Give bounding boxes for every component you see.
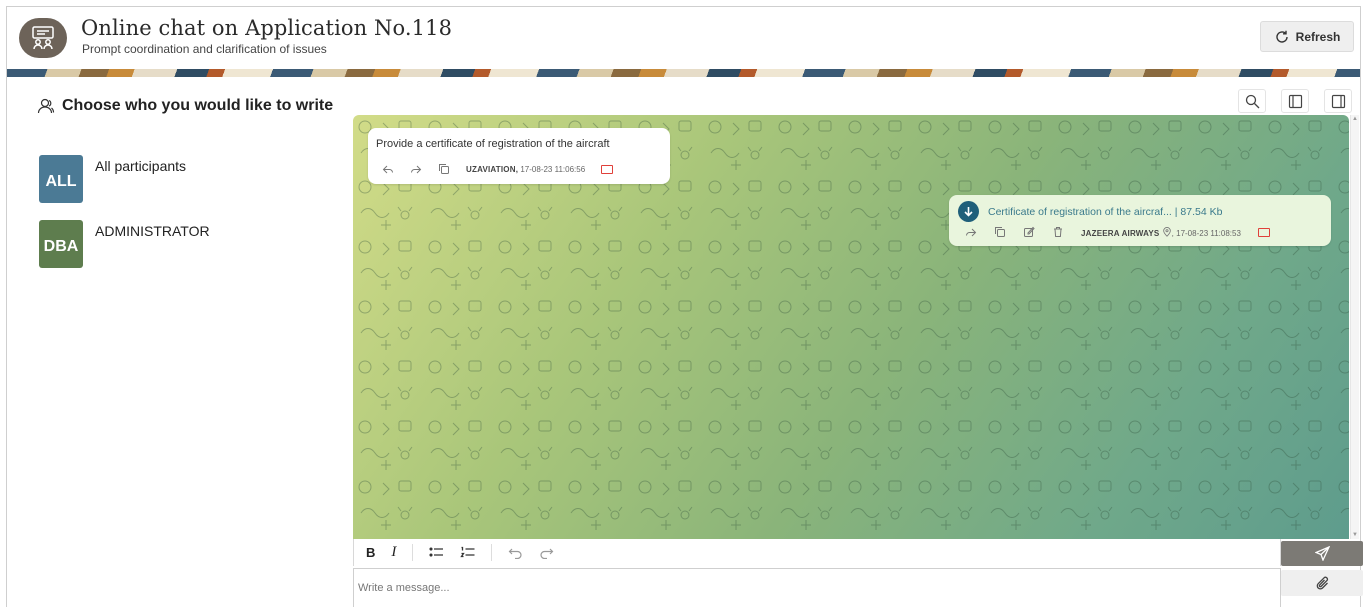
- message-time: , 17-08-23 11:08:53: [1171, 228, 1241, 238]
- undo-button[interactable]: [508, 546, 523, 559]
- chat-users-icon: [19, 18, 67, 58]
- toggle-right-panel-button[interactable]: [1324, 89, 1352, 113]
- search-button[interactable]: [1238, 89, 1266, 113]
- editor-toolbar: B I: [353, 539, 1281, 566]
- forward-icon[interactable]: [410, 163, 422, 175]
- bullet-list-icon: [429, 547, 444, 557]
- report-icon[interactable]: [1257, 227, 1270, 237]
- chat-toolbar: [352, 77, 1360, 115]
- file-name: Certificate of registration of the aircr…: [988, 205, 1172, 218]
- panel-right-icon: [1331, 94, 1345, 108]
- delete-icon[interactable]: [1052, 226, 1064, 238]
- app-window: Online chat on Application No.118 Prompt…: [6, 6, 1363, 607]
- chat-scrollbar[interactable]: [1350, 115, 1359, 539]
- bold-button[interactable]: B: [366, 545, 375, 560]
- numbered-list-icon: [460, 546, 475, 558]
- location-icon: [1162, 226, 1171, 237]
- participant-all[interactable]: ALL All participants: [39, 155, 186, 203]
- refresh-label: Refresh: [1295, 29, 1341, 44]
- message-incoming[interactable]: Provide a certificate of registration of…: [368, 128, 670, 184]
- message-author: JAZEERA AIRWAYS: [1081, 228, 1160, 238]
- participants-panel: Choose who you would like to write ALL A…: [7, 77, 352, 607]
- avatar: DBA: [39, 220, 83, 268]
- participant-name: ADMINISTRATOR: [95, 223, 210, 239]
- message-author: UZAVIATION,: [466, 164, 519, 174]
- message-meta: JAZEERA AIRWAYS , 17-08-23 11:08:53: [965, 226, 1270, 238]
- message-time: 17-08-23 11:06:56: [520, 164, 586, 174]
- toggle-left-panel-button[interactable]: [1281, 89, 1309, 113]
- download-icon[interactable]: [958, 201, 979, 222]
- message-text: Provide a certificate of registration of…: [376, 138, 610, 150]
- chat-messages-area[interactable]: Provide a certificate of registration of…: [353, 115, 1349, 539]
- refresh-icon: [1276, 30, 1288, 43]
- attach-button[interactable]: [1281, 570, 1363, 596]
- undo-icon: [509, 548, 522, 559]
- page-title: Online chat on Application No.118: [81, 16, 453, 40]
- toolbar-divider: [491, 544, 493, 561]
- refresh-button[interactable]: Refresh: [1260, 21, 1354, 52]
- redo-icon: [540, 548, 554, 559]
- send-button[interactable]: [1281, 541, 1363, 566]
- attach-icon: [1316, 576, 1328, 590]
- decorative-banner: [7, 69, 1360, 77]
- search-icon: [1245, 94, 1259, 108]
- copy-icon[interactable]: [438, 163, 450, 175]
- reply-icon[interactable]: [382, 163, 394, 175]
- file-attachment[interactable]: Certificate of registration of the aircr…: [958, 201, 1222, 222]
- message-outgoing[interactable]: Certificate of registration of the aircr…: [949, 195, 1331, 246]
- participant-name: All participants: [95, 158, 187, 174]
- participants-heading: Choose who you would like to write: [37, 97, 333, 115]
- message-meta: UZAVIATION, 17-08-23 11:06:56: [382, 163, 614, 175]
- forward-icon[interactable]: [965, 226, 977, 238]
- avatar: ALL: [39, 155, 83, 203]
- user-icon: [37, 98, 55, 114]
- italic-button[interactable]: I: [391, 544, 396, 561]
- numbered-list-button[interactable]: [460, 546, 475, 559]
- message-input[interactable]: [353, 568, 1281, 607]
- report-icon[interactable]: [601, 164, 614, 174]
- bullet-list-button[interactable]: [429, 546, 444, 559]
- toolbar-divider: [412, 544, 414, 561]
- file-size: | 87.54 Kb: [1174, 205, 1223, 218]
- header: Online chat on Application No.118 Prompt…: [7, 7, 1360, 69]
- copy-icon[interactable]: [994, 226, 1006, 238]
- page-subtitle: Prompt coordination and clarification of…: [82, 42, 327, 56]
- edit-icon[interactable]: [1023, 226, 1035, 238]
- redo-button[interactable]: [539, 546, 554, 559]
- send-icon: [1314, 546, 1330, 561]
- participant-administrator[interactable]: DBA ADMINISTRATOR: [39, 220, 210, 268]
- panel-left-icon: [1288, 94, 1302, 108]
